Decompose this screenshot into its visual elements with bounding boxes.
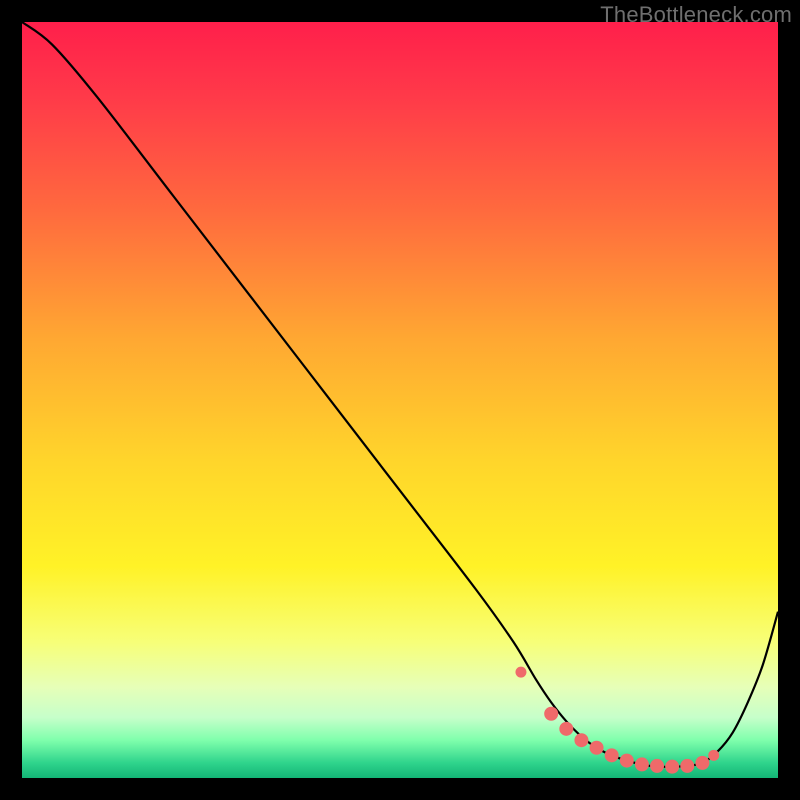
- curve-marker: [651, 759, 664, 772]
- curve-marker: [681, 759, 694, 772]
- curve-marker: [709, 750, 719, 760]
- watermark-text: TheBottleneck.com: [600, 2, 792, 28]
- bottleneck-curve: [22, 22, 778, 778]
- curve-marker: [560, 722, 573, 735]
- curve-line: [22, 22, 778, 767]
- curve-marker: [605, 749, 618, 762]
- curve-marker: [545, 707, 558, 720]
- curve-marker: [666, 760, 679, 773]
- curve-marker: [620, 754, 633, 767]
- curve-markers: [516, 667, 719, 773]
- curve-marker: [516, 667, 526, 677]
- curve-marker: [590, 741, 603, 754]
- plot-area: [22, 22, 778, 778]
- curve-marker: [635, 758, 648, 771]
- chart-frame: TheBottleneck.com: [0, 0, 800, 800]
- curve-marker: [696, 756, 709, 769]
- curve-marker: [575, 734, 588, 747]
